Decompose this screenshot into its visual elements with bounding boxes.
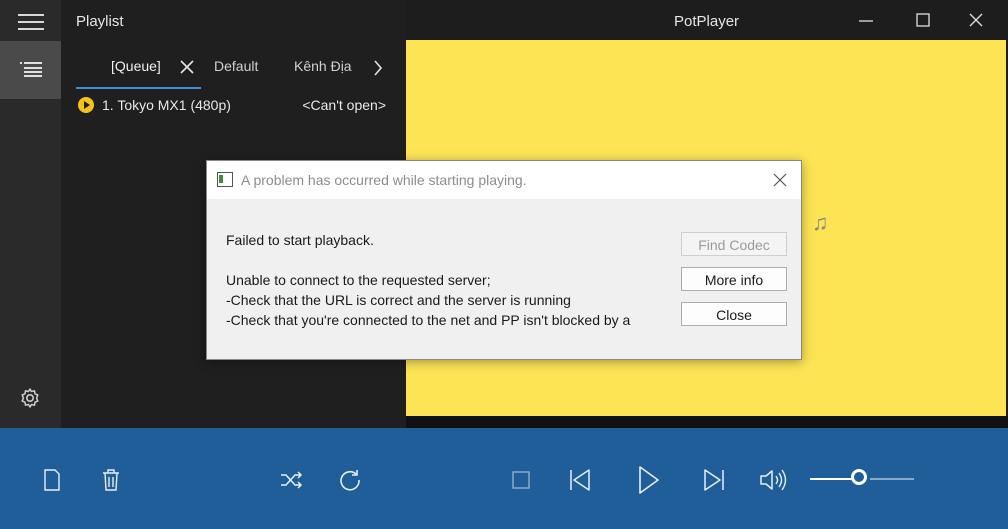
chevron-right-icon[interactable] <box>373 60 383 81</box>
playlist-item[interactable]: 1. Tokyo MX1 (480p) <Can't open> <box>76 96 394 116</box>
gear-icon[interactable] <box>18 386 42 410</box>
active-tab-indicator <box>76 87 201 89</box>
tab-default[interactable]: Default <box>214 58 258 74</box>
tab-queue[interactable]: [Queue] <box>111 58 161 74</box>
dialog-close-button[interactable] <box>773 173 787 192</box>
music-note-icon: ♫ <box>812 210 829 235</box>
minimize-icon <box>859 20 873 22</box>
next-icon[interactable] <box>703 468 725 492</box>
open-file-icon[interactable] <box>43 469 61 491</box>
shuffle-icon[interactable] <box>280 470 304 490</box>
dialog-message-line: Unable to connect to the requested serve… <box>226 272 491 288</box>
playlist-icon <box>20 62 42 77</box>
tab-kenh-dia[interactable]: Kênh Địa <box>294 58 352 74</box>
play-status-icon <box>78 97 94 113</box>
app-title: PotPlayer <box>674 13 740 30</box>
maximize-button[interactable] <box>913 10 933 30</box>
stop-icon[interactable] <box>512 471 530 489</box>
volume-icon[interactable] <box>759 468 789 492</box>
dialog-message-line: -Check that you're connected to the net … <box>226 312 631 328</box>
repeat-icon[interactable] <box>338 468 362 492</box>
maximize-icon <box>916 13 930 27</box>
close-icon <box>969 13 983 27</box>
volume-slider-track[interactable] <box>870 478 914 480</box>
error-dialog: A problem has occurred while starting pl… <box>206 160 802 360</box>
playlist-item-name: 1. Tokyo MX1 (480p) <box>102 97 231 113</box>
trash-icon[interactable] <box>102 469 120 491</box>
find-codec-button[interactable]: Find Codec <box>681 232 787 256</box>
close-icon[interactable] <box>180 60 194 79</box>
dialog-app-icon <box>217 172 233 187</box>
playlist-title: Playlist <box>76 13 124 30</box>
previous-icon[interactable] <box>569 468 591 492</box>
dialog-message-line: -Check that the URL is correct and the s… <box>226 292 571 308</box>
volume-slider-fill[interactable] <box>810 478 852 480</box>
volume-slider-handle[interactable] <box>851 469 867 485</box>
more-info-button[interactable]: More info <box>681 267 787 291</box>
video-bottom-strip <box>406 416 1008 428</box>
minimize-button[interactable] <box>856 10 876 30</box>
dialog-message-heading: Failed to start playback. <box>226 232 374 248</box>
playlist-item-status: <Can't open> <box>302 97 386 113</box>
menu-icon[interactable] <box>18 14 44 30</box>
play-icon[interactable] <box>638 465 660 495</box>
window-close-button[interactable] <box>966 10 986 30</box>
dialog-title: A problem has occurred while starting pl… <box>241 172 527 188</box>
playlist-toggle-button[interactable] <box>0 41 61 99</box>
close-button[interactable]: Close <box>681 302 787 326</box>
close-icon <box>773 173 787 187</box>
